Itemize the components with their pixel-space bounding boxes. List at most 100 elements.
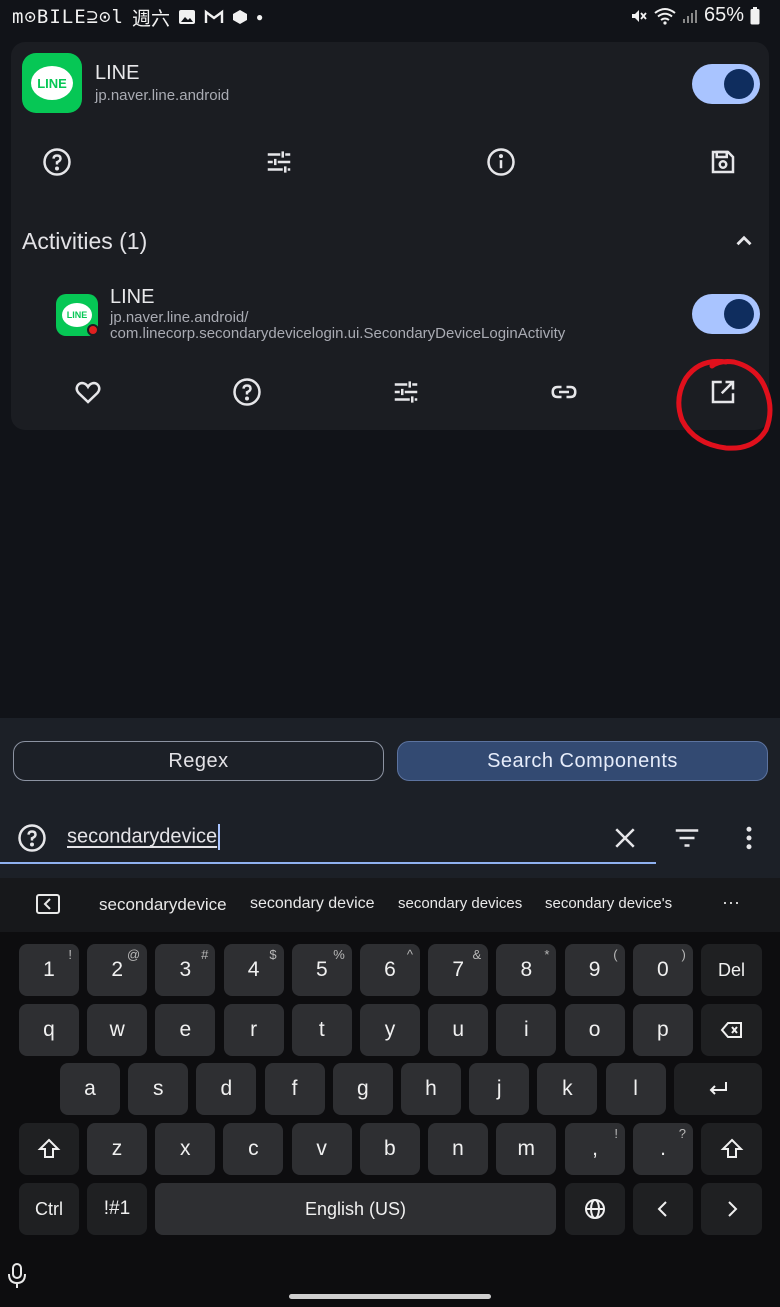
activities-header[interactable]: Activities (1) <box>22 228 147 255</box>
key-period[interactable]: .? <box>633 1123 693 1175</box>
key-i[interactable]: i <box>496 1004 557 1056</box>
key-j[interactable]: j <box>469 1063 530 1115</box>
backspace-icon <box>720 1022 742 1038</box>
activity-help-icon[interactable] <box>223 368 271 416</box>
key-comma-alt-label: ! <box>614 1126 618 1141</box>
voice-input-mic-icon[interactable] <box>6 1262 28 1290</box>
key-v[interactable]: v <box>291 1123 352 1175</box>
key-q[interactable]: q <box>19 1004 79 1056</box>
more-suggestions-icon[interactable]: ··· <box>722 892 740 913</box>
suggestion-1[interactable]: secondarydevice <box>99 895 227 915</box>
key-1-label: 1 <box>43 958 55 981</box>
key-b[interactable]: b <box>359 1123 420 1175</box>
key-period-label: . <box>660 1137 666 1160</box>
suggestion-2[interactable]: secondary device <box>250 895 375 913</box>
help-icon[interactable] <box>33 138 81 186</box>
key-comma[interactable]: ,! <box>565 1123 625 1175</box>
save-icon[interactable] <box>699 138 747 186</box>
key-7[interactable]: 7 & <box>428 944 489 996</box>
key-x[interactable]: x <box>155 1123 216 1175</box>
regex-button[interactable]: Regex <box>13 741 384 781</box>
key-ctrl[interactable]: Ctrl <box>19 1183 79 1235</box>
key-f[interactable]: f <box>264 1063 325 1115</box>
home-gesture-bar[interactable] <box>289 1294 491 1299</box>
key-cursor-left[interactable] <box>633 1183 693 1235</box>
key-shift-left[interactable] <box>19 1123 79 1175</box>
more-notifications-dot: ● <box>255 10 264 24</box>
key-7-alt-label: & <box>472 947 482 962</box>
key-space[interactable]: English (US) <box>155 1183 556 1235</box>
key-s[interactable]: s <box>128 1063 189 1115</box>
clear-icon[interactable] <box>601 814 649 862</box>
favorite-heart-icon[interactable] <box>64 368 112 416</box>
keyboard-toolbar-icon[interactable] <box>36 894 60 914</box>
key-c[interactable]: c <box>223 1123 284 1175</box>
key-8[interactable]: 8 * <box>496 944 557 996</box>
key-c-label: c <box>248 1137 259 1160</box>
key-2-alt-label: @ <box>126 947 141 962</box>
key-y[interactable]: y <box>360 1004 420 1056</box>
chevron-up-icon[interactable] <box>731 228 757 254</box>
search-help-icon[interactable] <box>8 814 56 862</box>
wifi-icon <box>654 7 676 25</box>
key-backspace[interactable] <box>701 1004 762 1056</box>
key-8-label: 8 <box>520 958 533 981</box>
app-notification-icon <box>232 10 247 24</box>
suggestion-4[interactable]: secondary device's <box>545 895 672 912</box>
key-t[interactable]: t <box>291 1004 352 1056</box>
search-input[interactable]: secondarydevice <box>67 824 221 850</box>
info-icon[interactable] <box>477 138 525 186</box>
key-shift-right[interactable] <box>701 1123 762 1175</box>
key-4-alt-label: $ <box>269 947 277 962</box>
key-e[interactable]: e <box>155 1004 216 1056</box>
key-r[interactable]: r <box>223 1004 284 1056</box>
activity-tune-icon[interactable] <box>382 368 430 416</box>
key-d-label: d <box>220 1077 233 1100</box>
more-vert-icon[interactable] <box>725 814 773 862</box>
key-m[interactable]: m <box>496 1123 557 1175</box>
key-6[interactable]: 6 ^ <box>360 944 420 996</box>
key-d[interactable]: d <box>196 1063 257 1115</box>
key-p-label: p <box>656 1018 669 1041</box>
key-3[interactable]: 3 # <box>155 944 216 996</box>
key-a-label: a <box>84 1077 96 1100</box>
app-enable-toggle[interactable] <box>692 64 760 104</box>
key-w[interactable]: w <box>87 1004 148 1056</box>
key-del[interactable]: Del <box>701 944 762 996</box>
line-app-icon: LINE <box>22 53 82 113</box>
key-g[interactable]: g <box>332 1063 393 1115</box>
key-5[interactable]: 5% <box>291 944 352 996</box>
activity-enable-toggle[interactable] <box>692 294 760 334</box>
key-language[interactable] <box>565 1183 625 1235</box>
key-1[interactable]: 1! <box>19 944 79 996</box>
key-u[interactable]: u <box>428 1004 489 1056</box>
key-z[interactable]: z <box>87 1123 147 1175</box>
key-l[interactable]: l <box>605 1063 666 1115</box>
key-symbols[interactable]: !#1 <box>87 1183 147 1235</box>
search-components-button[interactable]: Search Components <box>397 741 768 781</box>
key-enter[interactable] <box>674 1063 762 1115</box>
key-a[interactable]: a <box>60 1063 120 1115</box>
key-comma-label: , <box>592 1137 598 1160</box>
key-n[interactable]: n <box>428 1123 488 1175</box>
status-day: 週六 <box>131 8 170 30</box>
chevron-left-icon <box>657 1201 667 1217</box>
key-0[interactable]: 0) <box>632 944 693 996</box>
key-n-label: n <box>452 1137 464 1160</box>
key-k-label: k <box>562 1077 573 1100</box>
suggestion-3[interactable]: secondary devices <box>398 895 522 912</box>
filter-icon[interactable] <box>663 814 711 862</box>
key-4[interactable]: 4 $ <box>223 944 284 996</box>
key-o[interactable]: o <box>564 1004 625 1056</box>
key-p[interactable]: p <box>632 1004 693 1056</box>
key-h[interactable]: h <box>401 1063 461 1115</box>
app-name: LINE <box>95 62 140 84</box>
key-k[interactable]: k <box>537 1063 598 1115</box>
status-bar: m⊙BILE⊇⊙l 週六 ● 65% <box>0 0 780 34</box>
link-icon[interactable] <box>540 368 588 416</box>
key-9[interactable]: 9( <box>564 944 625 996</box>
key-cursor-right[interactable] <box>701 1183 762 1235</box>
key-2[interactable]: 2 @ <box>87 944 148 996</box>
tune-icon[interactable] <box>255 138 303 186</box>
activity-name: LINE <box>110 286 155 308</box>
